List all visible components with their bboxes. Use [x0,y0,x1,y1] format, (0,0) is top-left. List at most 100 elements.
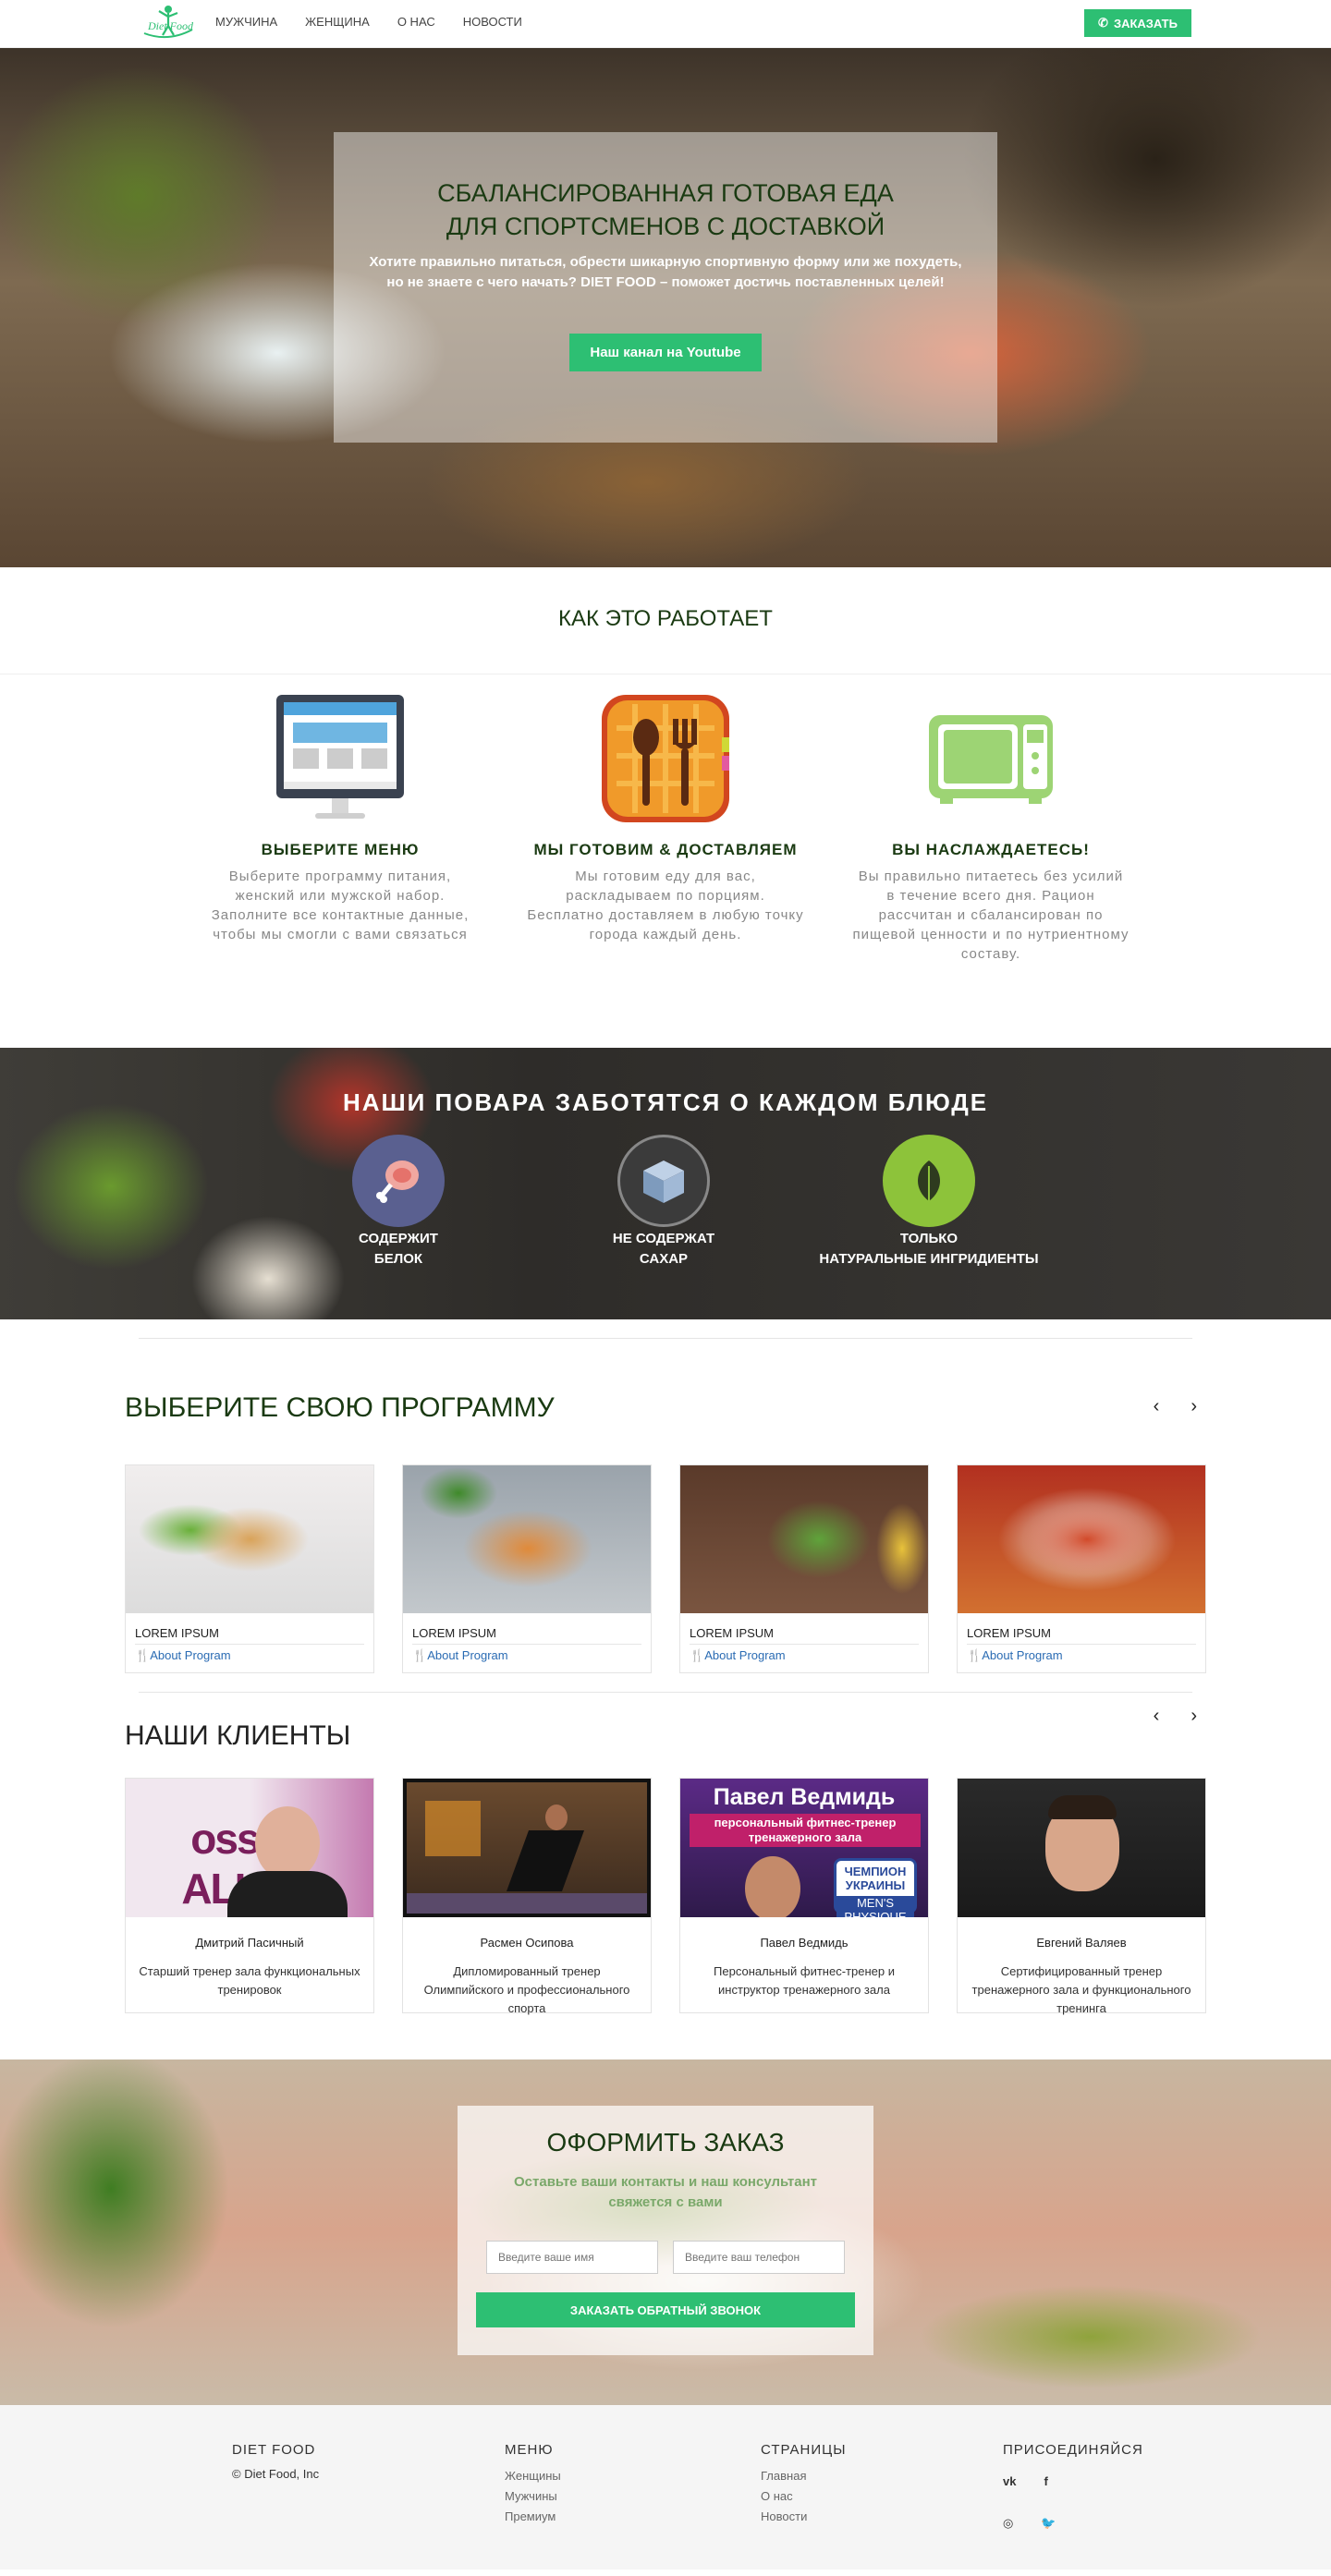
client-name: Расмен Осипова [480,1936,574,1950]
phone-input[interactable] [673,2241,845,2274]
chevron-right-icon[interactable]: › [1191,1396,1197,1417]
footer-link-news[interactable]: Новости [761,2509,847,2524]
step-text: Вы правильно питаетесь без усилий в тече… [852,869,1130,962]
programs-title: ВЫБЕРИТЕ СВОЮ ПРОГРАММУ [125,1392,555,1423]
hero-section: СБАЛАНСИРОВАННАЯ ГОТОВАЯ ЕДА ДЛЯ СПОРТСМ… [0,48,1331,567]
feature-label-line2: САХАР [639,1251,689,1267]
program-title: LOREM IPSUM [412,1626,641,1645]
client-description: Сертифицированный тренер тренажерного за… [971,1964,1191,2015]
footer-link-premium[interactable]: Премиум [505,2509,561,2524]
footer-brand-title: DIET FOOD [232,2442,316,2458]
social-links: vk f ◎ 🐦 [1003,2474,1058,2531]
client-photo-badge: ЧЕМПИОН УКРАИНЫ [844,1865,907,1892]
client-photo-subtitle: персональный фитнес-тренер тренажерного … [690,1814,921,1847]
cutlery-icon: 🍴 [690,1648,705,1662]
meat-icon [352,1135,445,1227]
footer-link-home[interactable]: Главная [761,2469,847,2484]
clients-header: НАШИ КЛИЕНТЫ ‹ › [125,1693,1206,1778]
instagram-icon[interactable]: ◎ [1003,2516,1013,2531]
step-title: МЫ ГОТОВИМ & ДОСТАВЛЯЕМ [533,841,798,858]
cutlery-icon: 🍴 [967,1648,983,1662]
program-image [403,1465,651,1613]
order-button-label: ЗАКАЗАТЬ [1113,16,1178,30]
client-photo: Павел Ведмидь персональный фитнес-тренер… [680,1779,928,1917]
logo[interactable]: Diet Food [135,2,201,46]
client-photo: ossFit ALLEN [126,1779,373,1917]
hero-title-line1: СБАЛАНСИРОВАННАЯ ГОТОВАЯ ЕДА [437,179,894,207]
sugar-cube-icon [617,1135,710,1227]
twitter-icon[interactable]: 🐦 [1041,2516,1056,2531]
logo-text: Diet Food [147,19,194,32]
feature-no-sugar: НЕ СОДЕРЖАТ САХАР [553,1135,775,1270]
client-description: Персональный фитнес-тренер и инструктор … [714,1964,895,1997]
nav-link-about[interactable]: О нас [397,15,435,29]
program-card[interactable]: LOREM IPSUM 🍴About Program [402,1464,652,1673]
client-name: Дмитрий Пасичный [195,1936,304,1950]
hero-title: СБАЛАНСИРОВАННАЯ ГОТОВАЯ ЕДА ДЛЯ СПОРТСМ… [334,176,997,243]
clients-title: НАШИ КЛИЕНТЫ [125,1720,351,1751]
program-image [126,1465,373,1613]
client-photo-title: Павел Ведмидь [713,1784,896,1810]
monitor-icon [273,691,408,826]
footer-link-about[interactable]: О нас [761,2489,847,2504]
footer-pages-title: СТРАНИЦЫ [761,2442,847,2458]
clients-carousel: ossFit ALLEN Дмитрий Пасичный Старший тр… [125,1778,1206,2015]
client-photo [958,1779,1205,1917]
client-name: Евгений Валяев [1036,1936,1127,1950]
client-card[interactable]: Расмен Осипова Дипломированный тренер Ол… [402,1778,652,2015]
program-card[interactable]: LOREM IPSUM 🍴About Program [679,1464,929,1673]
clients-carousel-nav: ‹ › [1154,1706,1197,1727]
program-image [680,1465,928,1613]
program-title: LOREM IPSUM [967,1626,1196,1645]
programs-carousel: LOREM IPSUM 🍴About Program LOREM IPSUM 🍴… [125,1464,1206,1673]
program-title: LOREM IPSUM [690,1626,919,1645]
client-card[interactable]: ossFit ALLEN Дмитрий Пасичный Старший тр… [125,1778,374,2013]
how-it-works-title: КАК ЭТО РАБОТАЕТ [0,567,1331,674]
name-input[interactable] [486,2241,658,2274]
feature-natural: ТОЛЬКО НАТУРАЛЬНЫЕ ИНГРИДИЕНТЫ [818,1135,1040,1270]
step-cook-deliver: МЫ ГОТОВИМ & ДОСТАВЛЯЕМ Мы готовим еду д… [503,691,828,1048]
feature-protein: СОДЕРЖИТ БЕЛОК [287,1135,509,1270]
nav-link-men[interactable]: Мужчина [215,15,277,29]
step-choose-menu: ВЫБЕРИТЕ МЕНЮ Выберите программу питания… [177,691,503,1048]
step-text: Выберите программу питания, женский или … [211,869,470,942]
about-program-link[interactable]: 🍴About Program [135,1648,364,1663]
chevron-left-icon[interactable]: ‹ [1154,1706,1160,1727]
nav-link-news[interactable]: Новости [463,15,522,29]
order-title: ОФОРМИТЬ ЗАКАЗ [546,2128,785,2157]
facebook-icon[interactable]: f [1044,2474,1047,2488]
client-card[interactable]: Евгений Валяев Сертифицированный тренер … [957,1778,1206,2015]
nav-link-women[interactable]: Женщина [305,15,370,29]
footer-menu-title: МЕНЮ [505,2442,554,2458]
main-menu: Мужчина Женщина О нас Новости [215,15,522,29]
client-card[interactable]: Павел Ведмидь персональный фитнес-тренер… [679,1778,929,2013]
step-title: ВЫ НАСЛАЖДАЕТЕСЬ! [892,841,1090,858]
chevron-left-icon[interactable]: ‹ [1154,1396,1160,1417]
programs-header: ВЫБЕРИТЕ СВОЮ ПРОГРАММУ ‹ › [125,1339,1206,1431]
feature-label-line1: ТОЛЬКО [899,1231,959,1246]
step-text: Мы готовим еду для вас, раскладываем по … [527,869,804,942]
chefs-section: НАШИ ПОВАРА ЗАБОТЯТСЯ О КАЖДОМ БЛЮДЕ СОД… [0,1048,1331,1319]
footer-link-men[interactable]: Мужчины [505,2489,561,2504]
order-button[interactable]: ✆ ЗАКАЗАТЬ [1084,9,1191,37]
client-photo-badge-sub: MEN'S PHYSIQUE [836,1896,914,1917]
footer-brand: DIET FOOD © Diet Food, Inc [232,2442,319,2482]
hero-title-line2: ДЛЯ СПОРТСМЕНОВ С ДОСТАВКОЙ [446,213,885,240]
request-callback-button[interactable]: ЗАКАЗАТЬ ОБРАТНЫЙ ЗВОНОК [476,2292,855,2327]
about-program-link[interactable]: 🍴About Program [967,1648,1196,1663]
footer-menu: МЕНЮ Женщины Мужчины Премиум [505,2442,561,2524]
step-title: ВЫБЕРИТЕ МЕНЮ [261,841,420,858]
feature-label-line1: НЕ СОДЕРЖАТ [612,1231,715,1246]
how-it-works-section: ВЫБЕРИТЕ МЕНЮ Выберите программу питания… [0,674,1331,1048]
about-program-link[interactable]: 🍴About Program [690,1648,919,1663]
vk-icon[interactable]: vk [1003,2474,1016,2488]
footer-link-women[interactable]: Женщины [505,2469,561,2484]
footer-join: ПРИСОЕДИНЯЙСЯ vk f ◎ 🐦 [1003,2442,1143,2531]
program-card[interactable]: LOREM IPSUM 🍴About Program [125,1464,374,1673]
footer-join-title: ПРИСОЕДИНЯЙСЯ [1003,2442,1143,2458]
footer-pages: СТРАНИЦЫ Главная О нас Новости [761,2442,847,2524]
chevron-right-icon[interactable]: › [1191,1706,1197,1727]
program-card[interactable]: LOREM IPSUM 🍴About Program [957,1464,1206,1673]
about-program-link[interactable]: 🍴About Program [412,1648,641,1663]
youtube-channel-button[interactable]: Наш канал на Youtube [569,334,762,371]
